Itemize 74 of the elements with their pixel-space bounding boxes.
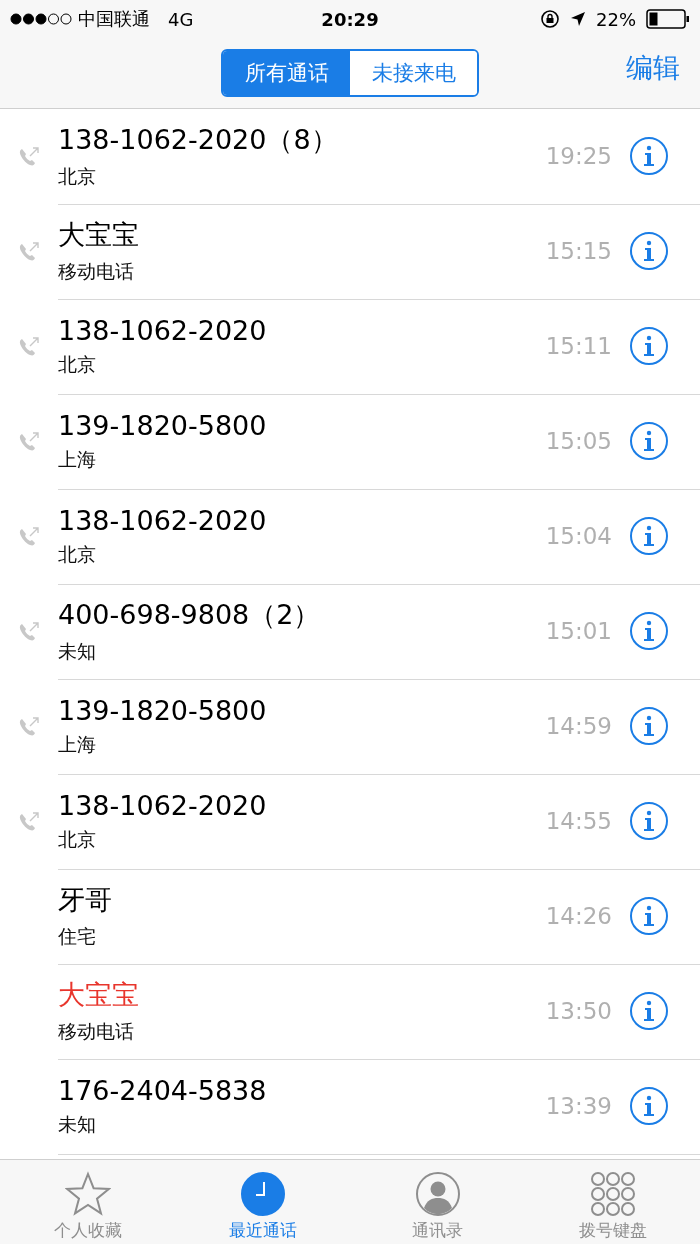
- call-time: 15:11: [545, 333, 612, 359]
- info-icon: [643, 810, 655, 832]
- caller-name: 138-1062-2020（8）: [58, 123, 339, 157]
- keypad-icon: [589, 1171, 636, 1217]
- info-button[interactable]: [630, 517, 668, 555]
- clock-time: 20:29: [321, 8, 379, 30]
- tab-bar-item[interactable]: 拨号键盘: [525, 1160, 700, 1244]
- caller-name: 138-1062-2020: [58, 504, 268, 536]
- caller-name: 138-1062-2020: [58, 314, 268, 346]
- call-time: 15:01: [545, 618, 612, 644]
- info-button[interactable]: [630, 802, 668, 840]
- caller-name: 大宝宝: [58, 218, 140, 252]
- info-icon: [643, 145, 655, 167]
- caller-label: 北京: [58, 826, 97, 852]
- edit-button[interactable]: 编辑: [626, 50, 680, 86]
- segment-tab[interactable]: 未接来电: [350, 51, 477, 95]
- caller-name: 176-2404-5838: [58, 1074, 268, 1106]
- info-icon: [643, 240, 655, 262]
- tab-bar-item[interactable]: 最近通话: [175, 1160, 350, 1244]
- call-time: 14:55: [545, 808, 612, 834]
- call-time: 14:59: [545, 713, 612, 739]
- caller-name: 牙哥: [58, 883, 113, 917]
- caller-label: 北京: [58, 164, 97, 189]
- caller-label: 未知: [58, 639, 97, 664]
- info-button[interactable]: [630, 1087, 668, 1125]
- info-button[interactable]: [630, 897, 668, 935]
- info-icon: [643, 620, 655, 642]
- tab-bar-item[interactable]: 通讯录: [350, 1160, 525, 1244]
- call-time: 15:15: [545, 238, 612, 264]
- info-icon: [643, 1095, 655, 1117]
- call-time: 13:39: [545, 1093, 612, 1119]
- network-type: 4G: [168, 8, 194, 30]
- info-button[interactable]: [630, 137, 668, 175]
- signal-icon: [10, 13, 72, 25]
- caller-name: 400-698-9808（2）: [58, 598, 322, 632]
- caller-name: 大宝宝: [58, 978, 140, 1012]
- caller-label: 上海: [58, 731, 97, 757]
- info-button[interactable]: [630, 707, 668, 745]
- info-button[interactable]: [630, 232, 668, 270]
- caller-label: 上海: [58, 446, 97, 472]
- star-icon: [64, 1171, 111, 1217]
- caller-label: 住宅: [58, 924, 97, 949]
- info-button[interactable]: [630, 992, 668, 1030]
- caller-label: 北京: [58, 351, 97, 377]
- info-icon: [643, 1000, 655, 1022]
- call-time: 14:26: [545, 903, 612, 929]
- caller-label: 移动电话: [58, 259, 135, 284]
- segment-tab[interactable]: 所有通话: [223, 51, 350, 95]
- caller-label: 移动电话: [58, 1019, 135, 1044]
- call-time: 15:04: [545, 523, 612, 549]
- call-time: 19:25: [545, 143, 612, 169]
- caller-name: 139-1820-5800: [58, 694, 268, 726]
- caller-label: 北京: [58, 541, 97, 567]
- info-icon: [643, 905, 655, 927]
- call-time: 15:05: [545, 428, 612, 454]
- battery-icon: [646, 9, 690, 29]
- info-button[interactable]: [630, 422, 668, 460]
- person-icon: [414, 1171, 461, 1217]
- caller-name: 139-1820-5800: [58, 409, 268, 441]
- call-time: 13:50: [545, 998, 612, 1024]
- tab-bar-item[interactable]: 个人收藏: [0, 1160, 175, 1244]
- caller-label: 未知: [58, 1111, 97, 1137]
- location-arrow-icon: [570, 11, 586, 27]
- rotation-lock-icon: [540, 9, 560, 29]
- info-button[interactable]: [630, 327, 668, 365]
- info-icon: [643, 430, 655, 452]
- info-icon: [643, 525, 655, 547]
- info-icon: [643, 335, 655, 357]
- clock-icon: [239, 1171, 286, 1217]
- battery-percent: 22%: [596, 8, 636, 30]
- info-icon: [643, 715, 655, 737]
- caller-name: 138-1062-2020: [58, 789, 268, 821]
- carrier-name: 中国联通: [78, 7, 150, 31]
- info-button[interactable]: [630, 612, 668, 650]
